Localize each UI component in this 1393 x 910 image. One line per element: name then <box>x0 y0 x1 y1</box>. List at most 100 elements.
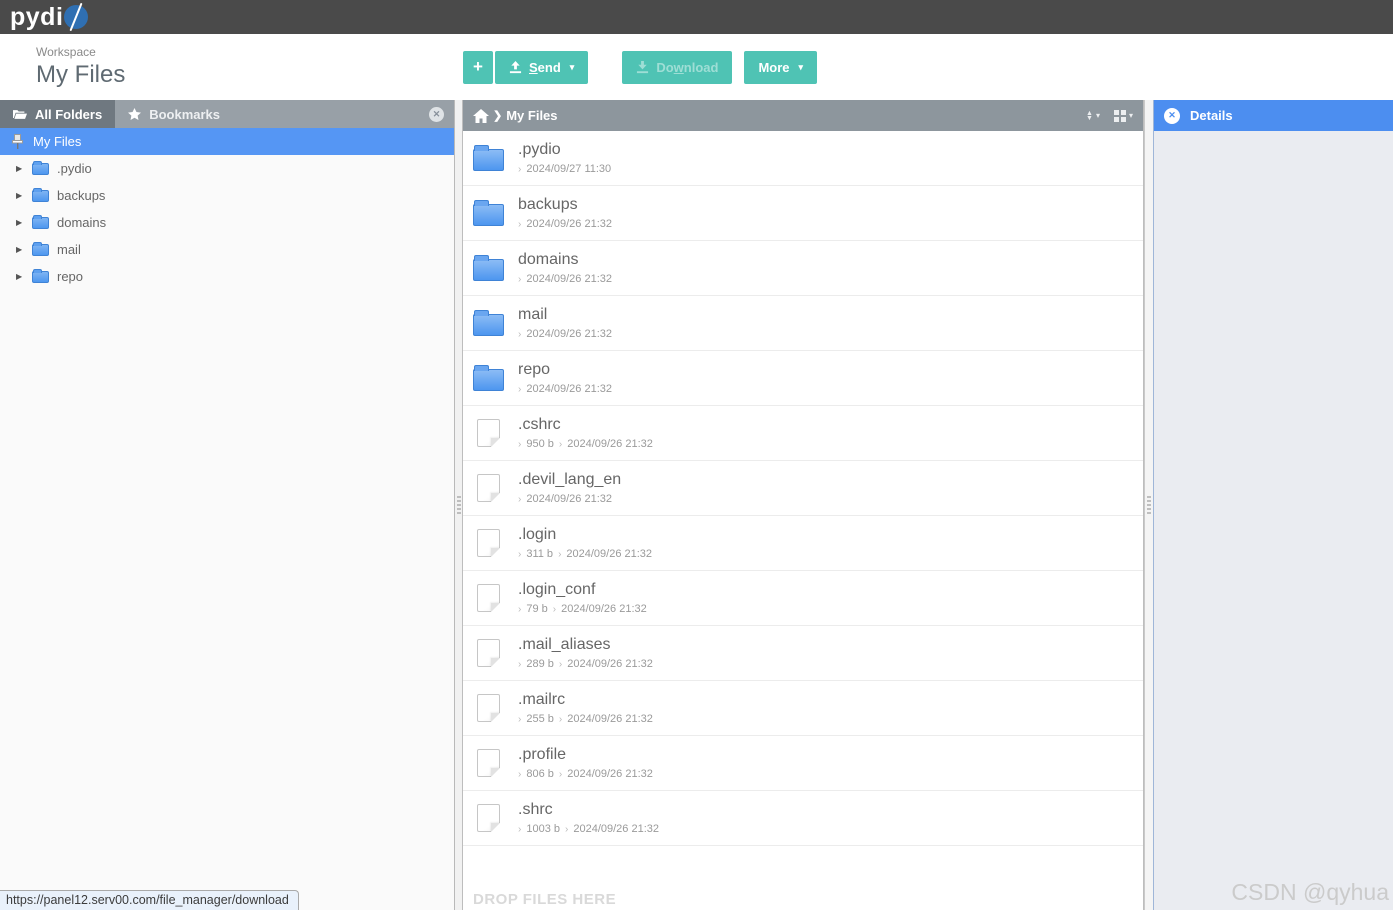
more-button-label: More <box>758 60 789 75</box>
app-topbar: pydi <box>0 0 1393 34</box>
file-date: 2024/09/26 21:32 <box>567 713 653 725</box>
tab-all-folders[interactable]: All Folders <box>0 100 115 128</box>
chevron-right-icon: › <box>518 494 521 505</box>
close-icon[interactable]: ✕ <box>1164 108 1180 124</box>
more-button[interactable]: More ▾ <box>744 51 817 84</box>
file-date: 2024/09/26 21:32 <box>526 218 612 230</box>
file-row-text: .mailrc ›255 b›2024/09/26 21:32 <box>518 691 653 725</box>
sidebar-splitter[interactable] <box>455 100 463 910</box>
file-name: .pydio <box>518 141 611 159</box>
action-toolbar: + Send ▾ Download More ▾ <box>463 51 817 84</box>
file-row-text: domains›2024/09/26 21:32 <box>518 251 612 285</box>
file-row-mail[interactable]: mail›2024/09/26 21:32 <box>463 296 1143 351</box>
breadcrumb-path[interactable]: My Files <box>506 108 557 123</box>
display-mode-button[interactable]: ▾ <box>1114 110 1133 122</box>
expand-arrow-icon[interactable]: ▶ <box>16 272 24 281</box>
logo-pen-icon <box>64 5 88 29</box>
file-name: .mailrc <box>518 691 653 709</box>
folder-tree: My Files ▶.pydio▶backups▶domains▶mail▶re… <box>0 128 454 910</box>
file-row-text: .mail_aliases›289 b›2024/09/26 21:32 <box>518 636 653 670</box>
file-row-text: mail›2024/09/26 21:32 <box>518 306 612 340</box>
file-meta: ›2024/09/26 21:32 <box>518 273 612 285</box>
tree-item-pydio[interactable]: ▶.pydio <box>0 155 454 182</box>
home-icon[interactable] <box>473 109 489 123</box>
close-icon[interactable]: ✕ <box>429 107 444 122</box>
sort-button[interactable]: ▲▼ ▾ <box>1086 111 1100 121</box>
chevron-right-icon: ❯ <box>493 109 502 122</box>
list-view-controls: ▲▼ ▾ ▾ <box>1086 110 1133 122</box>
file-row-login[interactable]: .login›311 b›2024/09/26 21:32 <box>463 516 1143 571</box>
file-row-icon <box>471 255 505 281</box>
workspace-block: Workspace My Files <box>0 45 455 89</box>
file-row-shrc[interactable]: .shrc›1003 b›2024/09/26 21:32 <box>463 791 1143 846</box>
splitter-grip <box>1147 494 1151 517</box>
tree-item-label: mail <box>57 242 81 257</box>
expand-arrow-icon[interactable]: ▶ <box>16 191 24 200</box>
chevron-right-icon: › <box>518 824 521 835</box>
file-meta: ›2024/09/26 21:32 <box>518 383 612 395</box>
tree-item-domains[interactable]: ▶domains <box>0 209 454 236</box>
tree-item-label: My Files <box>33 134 81 149</box>
file-date: 2024/09/26 21:32 <box>526 383 612 395</box>
file-date: 2024/09/26 21:32 <box>567 658 653 670</box>
file-row-mail_aliases[interactable]: .mail_aliases›289 b›2024/09/26 21:32 <box>463 626 1143 681</box>
expand-arrow-icon[interactable]: ▶ <box>16 218 24 227</box>
file-meta: ›950 b›2024/09/26 21:32 <box>518 438 653 450</box>
folder-icon <box>32 271 49 283</box>
tab-bookmarks[interactable]: Bookmarks <box>115 100 233 128</box>
file-row-backups[interactable]: backups›2024/09/26 21:32 <box>463 186 1143 241</box>
file-icon <box>477 804 500 832</box>
download-icon <box>636 61 649 74</box>
file-row-icon <box>471 639 505 667</box>
add-button[interactable]: + <box>463 51 493 84</box>
tree-item-mail[interactable]: ▶ mail <box>0 236 454 263</box>
chevron-down-icon: ▾ <box>1096 111 1100 120</box>
file-row-icon <box>471 310 505 336</box>
expand-arrow-icon[interactable]: ▶ <box>16 164 24 173</box>
file-row-cshrc[interactable]: .cshrc›950 b›2024/09/26 21:32 <box>463 406 1143 461</box>
file-date: 2024/09/26 21:32 <box>566 548 652 560</box>
tree-item-backups[interactable]: ▶backups <box>0 182 454 209</box>
chevron-right-icon: › <box>518 549 521 560</box>
file-meta: ›255 b›2024/09/26 21:32 <box>518 713 653 725</box>
details-panel-body <box>1154 131 1393 910</box>
file-meta: ›2024/09/26 21:32 <box>518 328 612 340</box>
file-row-icon <box>471 474 505 502</box>
file-row-pydio[interactable]: .pydio›2024/09/27 11:30 <box>463 131 1143 186</box>
chevron-right-icon: › <box>518 219 521 230</box>
file-name: repo <box>518 361 612 379</box>
file-row-mailrc[interactable]: .mailrc ›255 b›2024/09/26 21:32 <box>463 681 1143 736</box>
folder-icon <box>473 149 504 171</box>
tree-item-repo[interactable]: ▶repo <box>0 263 454 290</box>
file-meta: ›806 b›2024/09/26 21:32 <box>518 768 653 780</box>
file-icon <box>477 639 500 667</box>
file-row-devil_lang_en[interactable]: .devil_lang_en›2024/09/26 21:32 <box>463 461 1143 516</box>
download-button-label: Download <box>656 60 718 75</box>
file-row-login_conf[interactable]: .login_conf›79 b›2024/09/26 21:32 <box>463 571 1143 626</box>
file-date: 2024/09/27 11:30 <box>526 163 611 175</box>
file-row-text: repo ›2024/09/26 21:32 <box>518 361 612 395</box>
tree-item-my-files-selected[interactable]: My Files <box>0 128 454 155</box>
file-row-profile[interactable]: .profile›806 b›2024/09/26 21:32 <box>463 736 1143 791</box>
details-splitter[interactable] <box>1144 100 1153 910</box>
file-row-text: .login_conf›79 b›2024/09/26 21:32 <box>518 581 647 615</box>
star-icon <box>128 108 141 120</box>
folder-icon <box>32 163 49 175</box>
file-row-text: .devil_lang_en›2024/09/26 21:32 <box>518 471 621 505</box>
file-meta: ›289 b›2024/09/26 21:32 <box>518 658 653 670</box>
download-button[interactable]: Download <box>622 51 732 84</box>
file-row-repo[interactable]: repo ›2024/09/26 21:32 <box>463 351 1143 406</box>
chevron-right-icon: › <box>559 439 562 450</box>
file-row-icon <box>471 694 505 722</box>
file-row-domains[interactable]: domains›2024/09/26 21:32 <box>463 241 1143 296</box>
details-panel-header: ✕ Details <box>1154 100 1393 131</box>
file-name: .login <box>518 526 652 544</box>
send-button[interactable]: Send ▾ <box>495 51 588 84</box>
expand-arrow-icon[interactable]: ▶ <box>16 245 24 254</box>
file-icon <box>477 529 500 557</box>
breadcrumb-bar: ❯ My Files ▲▼ ▾ ▾ <box>463 100 1143 131</box>
add-button-label: + <box>473 57 483 77</box>
chevron-right-icon: › <box>518 604 521 615</box>
file-row-icon <box>471 584 505 612</box>
details-panel-title: Details <box>1190 108 1233 123</box>
